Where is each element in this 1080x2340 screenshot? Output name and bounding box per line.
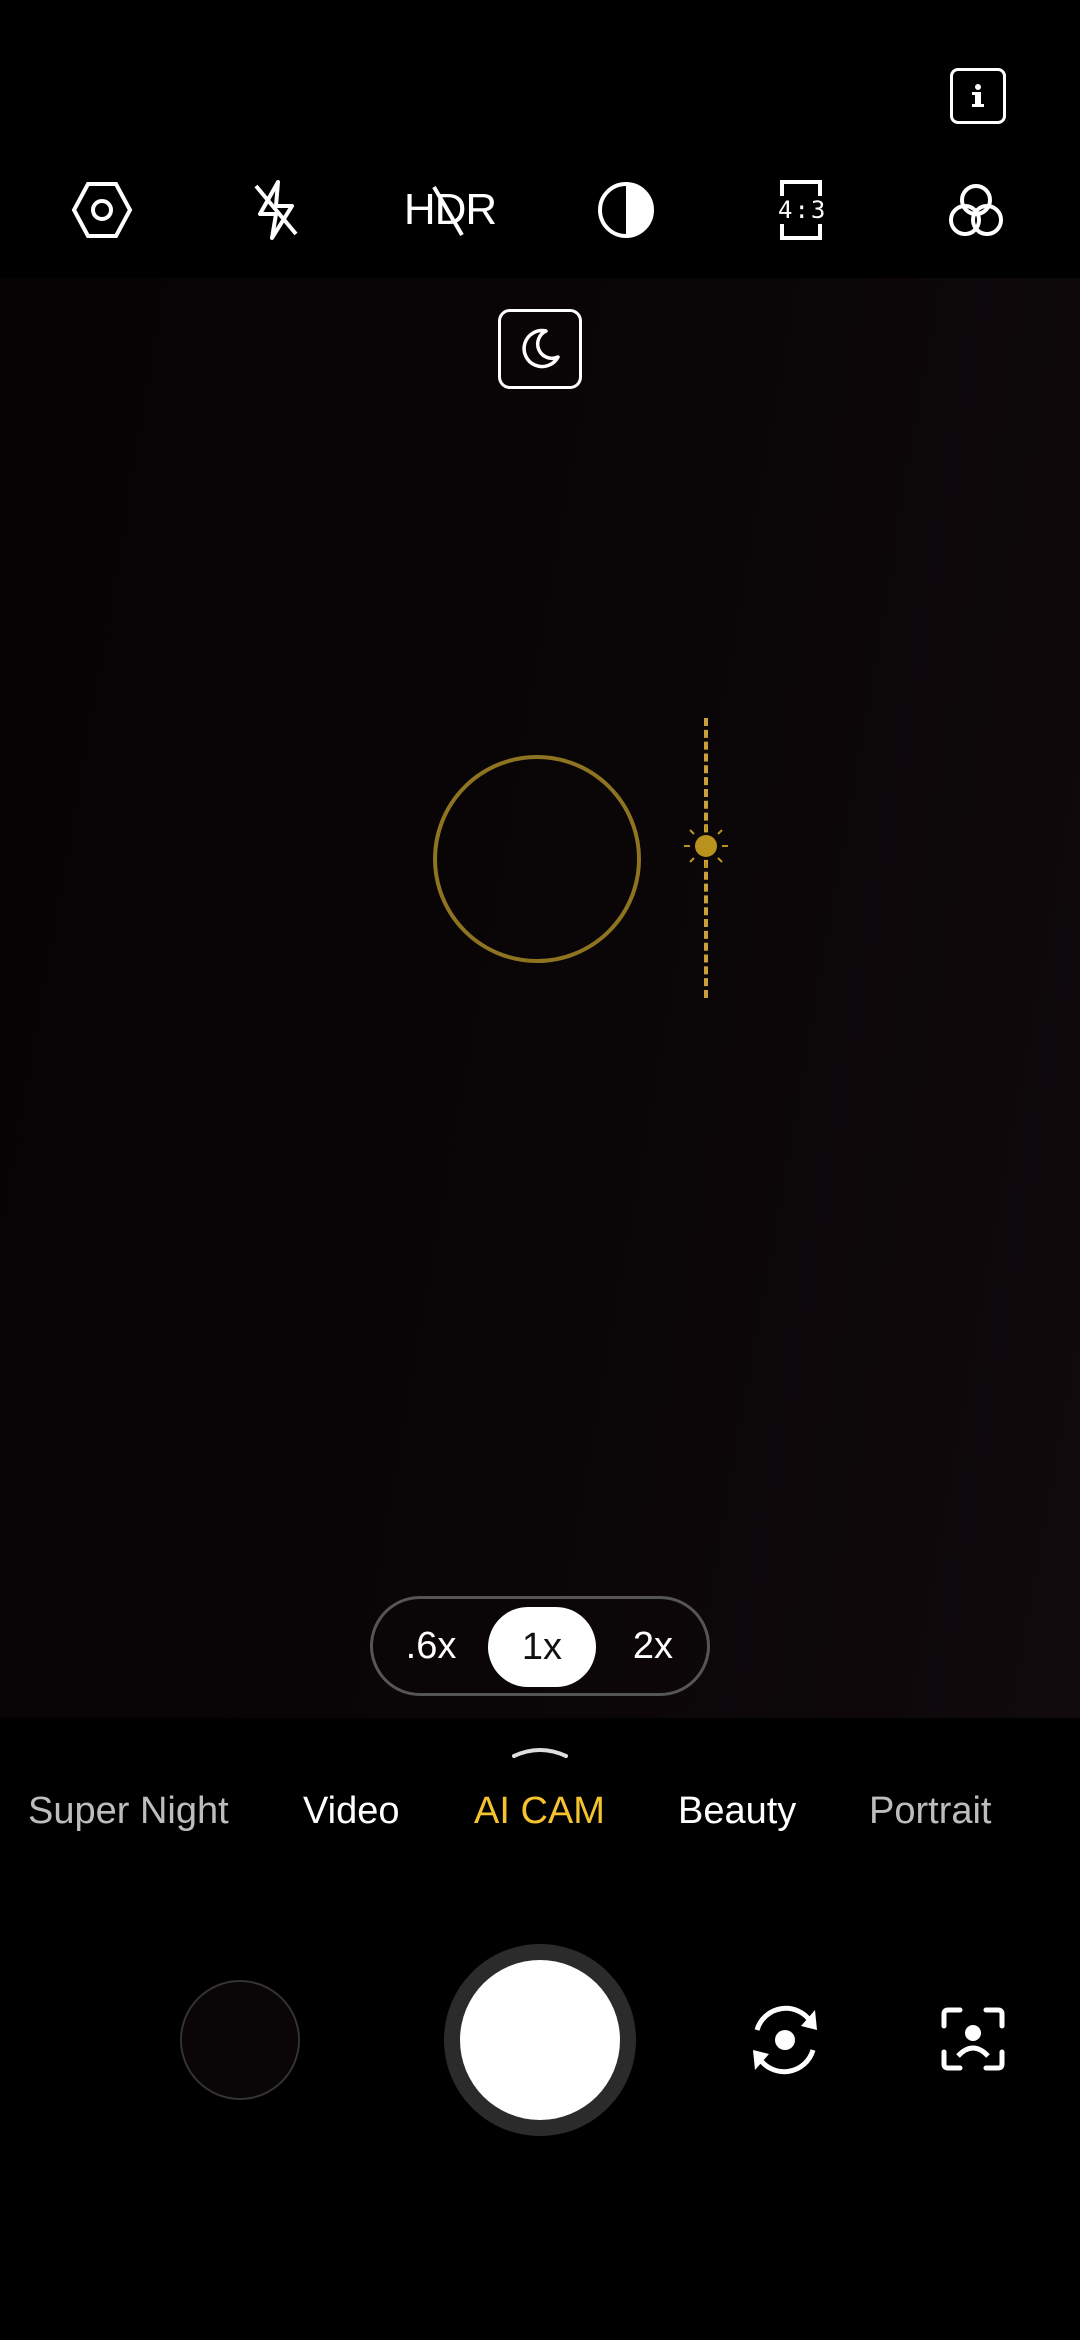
aspect-ratio-button[interactable]: 4:3 (751, 160, 851, 260)
contrast-button[interactable] (576, 160, 676, 260)
hdr-button[interactable]: HDR (400, 160, 500, 260)
mode-drawer-handle[interactable] (512, 1744, 568, 1758)
zoom-selector: .6x 1x 2x (370, 1596, 710, 1696)
filters-button[interactable] (926, 160, 1026, 260)
mode-beauty[interactable]: Beauty (678, 1790, 796, 1833)
camera-mode-strip: Super Night Video AI CAM Beauty Portrait (0, 1790, 1080, 1850)
contrast-icon (598, 182, 654, 238)
night-mode-button[interactable] (498, 309, 582, 389)
focus-ring (433, 755, 641, 963)
info-icon (972, 84, 984, 107)
aspect-ratio-icon: 4:3 (778, 178, 828, 242)
shutter-button[interactable] (460, 1960, 620, 2120)
zoom-option-1x[interactable]: 1x (488, 1607, 596, 1687)
zoom-option-2x[interactable]: 2x (613, 1599, 693, 1693)
flash-button[interactable] (226, 160, 326, 260)
flash-off-icon (254, 180, 298, 240)
lens-scan-icon[interactable] (940, 2006, 1006, 2072)
mode-video[interactable]: Video (303, 1790, 400, 1833)
zoom-option-0.6x[interactable]: .6x (391, 1599, 471, 1693)
mode-super-night[interactable]: Super Night (28, 1790, 229, 1833)
settings-icon (71, 182, 133, 238)
viewfinder[interactable] (0, 278, 1080, 1718)
mode-portrait[interactable]: Portrait (869, 1790, 991, 1833)
info-button[interactable] (950, 68, 1006, 124)
hdr-off-icon: HDR (404, 185, 497, 237)
aspect-ratio-label: 4:3 (778, 196, 828, 224)
moon-icon (522, 328, 560, 369)
camera-toolbar: HDR 4:3 (0, 160, 1080, 260)
mode-ai-cam[interactable]: AI CAM (474, 1790, 605, 1833)
settings-button[interactable] (52, 160, 152, 260)
flip-camera-icon[interactable] (745, 2000, 825, 2080)
filters-icon (949, 184, 1003, 236)
exposure-sun-icon[interactable] (682, 822, 730, 870)
gallery-thumbnail[interactable] (180, 1980, 300, 2100)
